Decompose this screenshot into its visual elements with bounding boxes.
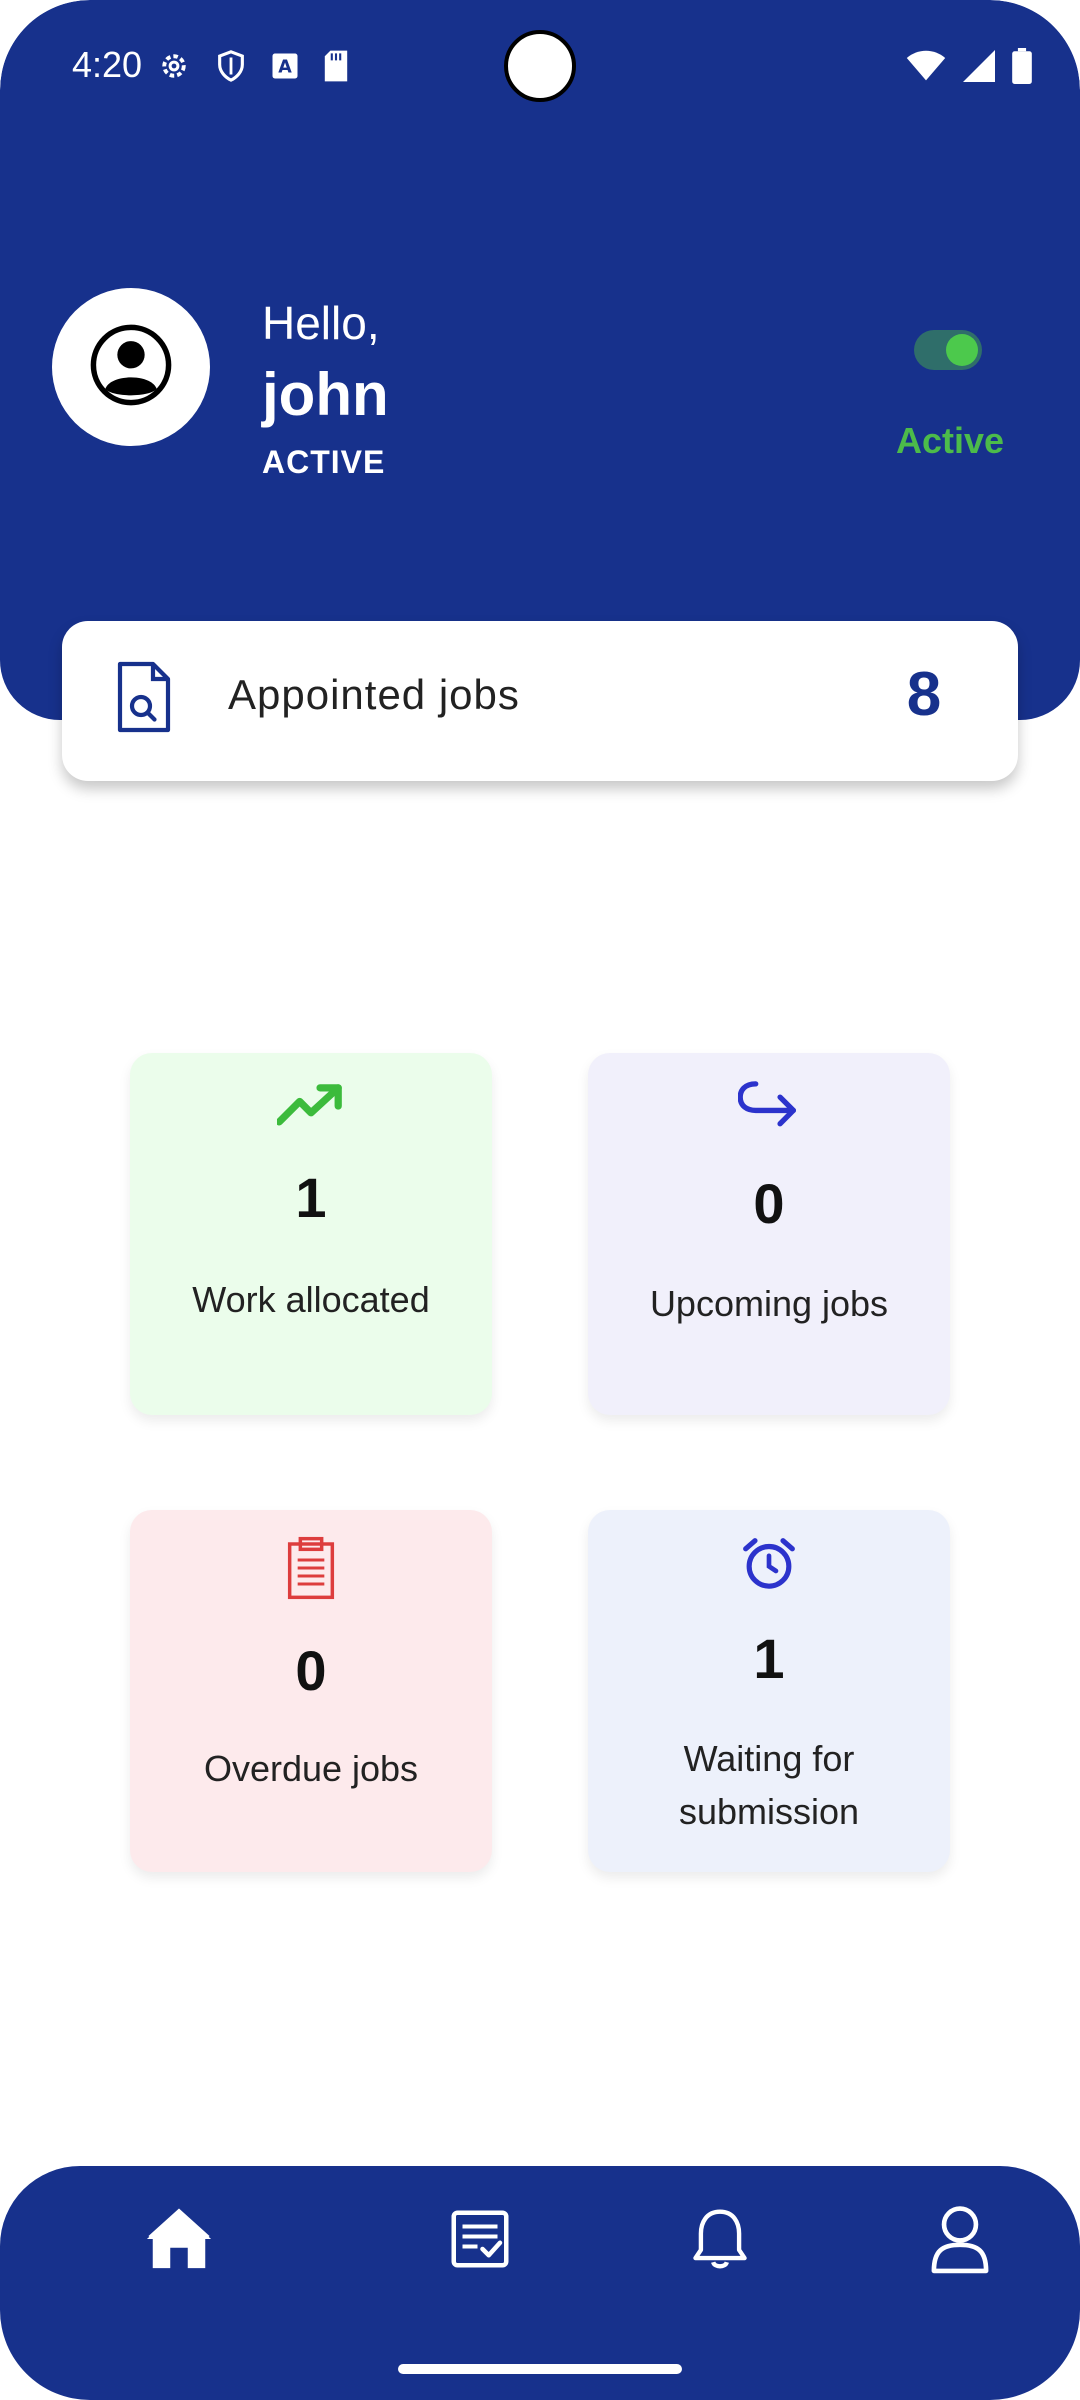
avatar[interactable]	[52, 288, 210, 446]
gear-icon	[156, 48, 192, 89]
tile-count: 1	[295, 1166, 327, 1229]
redo-arrow-icon	[588, 1079, 950, 1133]
active-label: Active	[896, 420, 1005, 461]
status-icons-left: A	[156, 48, 350, 89]
header: 4:20 A Hello, john ACTIVE Active	[0, 0, 1080, 720]
tile-waiting-submission[interactable]: 1 Waiting for submission	[588, 1510, 950, 1872]
tile-count: 0	[753, 1172, 785, 1235]
phone-screen: 4:20 A Hello, john ACTIVE Active Appoint…	[0, 0, 1080, 2400]
tasks-icon	[450, 2209, 510, 2274]
clipboard-icon	[130, 1536, 492, 1600]
home-indicator[interactable]	[398, 2364, 682, 2374]
tile-label: Waiting for submission	[678, 1738, 860, 1832]
appointed-jobs-count: 8	[906, 660, 942, 729]
bell-icon	[690, 2206, 750, 2277]
active-toggle[interactable]	[914, 330, 982, 370]
trending-up-icon	[130, 1083, 492, 1129]
tile-upcoming-jobs[interactable]: 0 Upcoming jobs	[588, 1053, 950, 1415]
svg-text:A: A	[278, 57, 292, 77]
home-icon	[144, 2206, 214, 2277]
status-icons-right	[906, 48, 1032, 89]
appointed-jobs-label: Appointed jobs	[228, 671, 520, 718]
nav-profile[interactable]	[915, 2196, 1005, 2286]
appointed-jobs-card[interactable]: Appointed jobs 8	[62, 621, 1018, 781]
tile-overdue-jobs[interactable]: 0 Overdue jobs	[130, 1510, 492, 1872]
battery-icon	[1012, 48, 1032, 89]
nav-home[interactable]	[134, 2196, 224, 2286]
a-box-icon: A	[270, 51, 300, 86]
tile-label: Upcoming jobs	[649, 1283, 889, 1324]
nav-tasks[interactable]	[435, 2196, 525, 2286]
camera-cutout	[504, 30, 576, 102]
tile-label: Overdue jobs	[203, 1748, 419, 1789]
shield-icon	[214, 48, 248, 89]
user-status: ACTIVE	[262, 444, 386, 480]
file-search-icon	[114, 661, 174, 738]
greeting: Hello,	[262, 297, 380, 349]
sd-card-icon	[322, 49, 350, 88]
user-avatar-icon	[90, 324, 172, 411]
tile-work-allocated[interactable]: 1 Work allocated	[130, 1053, 492, 1415]
tile-count: 0	[295, 1639, 327, 1702]
tile-label: Work allocated	[192, 1279, 430, 1320]
nav-notifications[interactable]	[675, 2196, 765, 2286]
tile-count: 1	[753, 1627, 785, 1690]
alarm-clock-icon	[588, 1536, 950, 1592]
status-time: 4:20	[72, 44, 143, 85]
username: john	[262, 361, 389, 428]
signal-icon	[962, 50, 996, 87]
toggle-knob	[946, 334, 978, 366]
profile-icon	[931, 2204, 989, 2279]
wifi-icon	[906, 50, 946, 87]
